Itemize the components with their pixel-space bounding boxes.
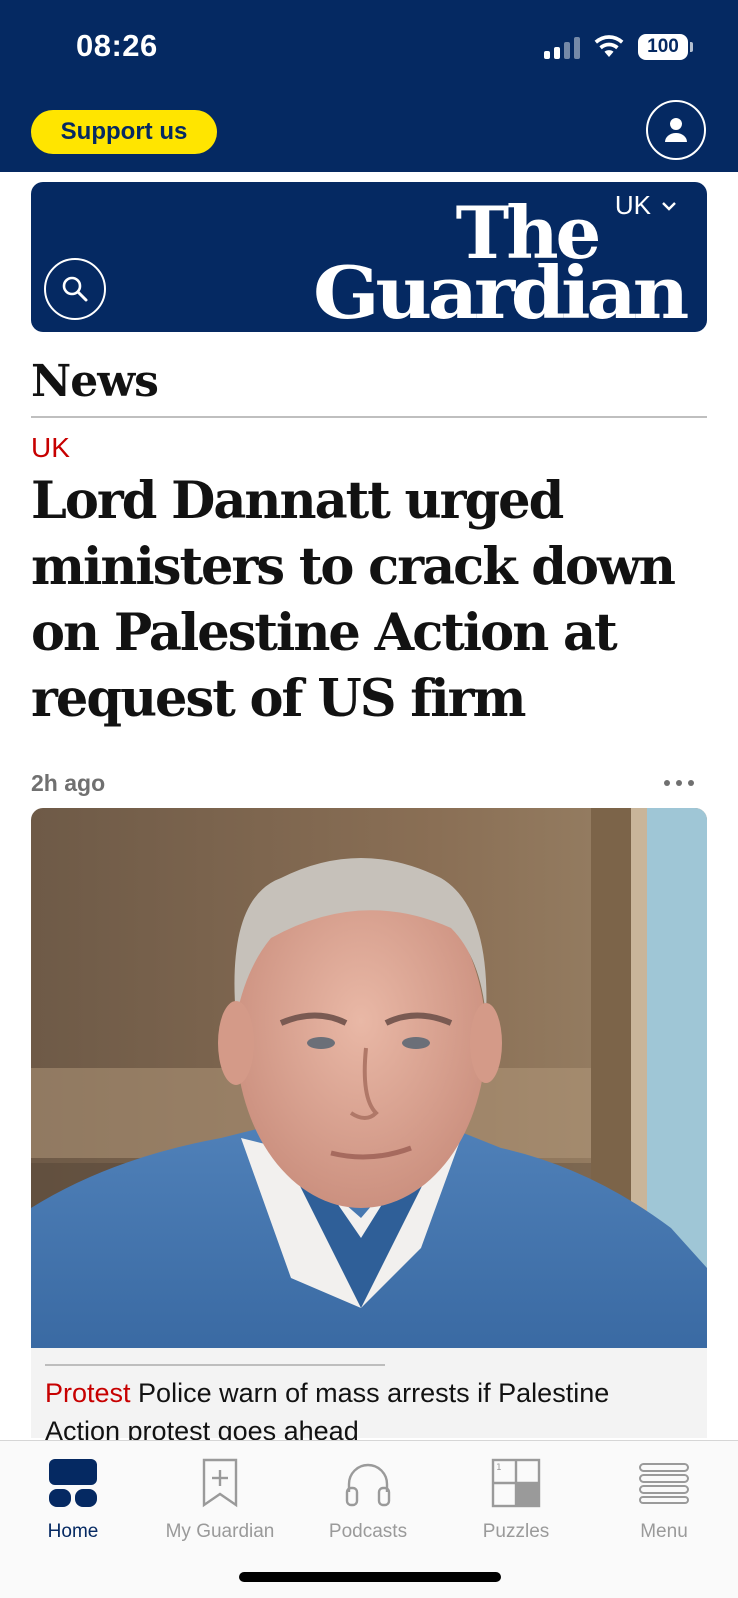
account-button[interactable] <box>646 100 706 160</box>
section-divider <box>31 416 707 418</box>
tab-my-guardian-label: My Guardian <box>165 1521 275 1542</box>
headphones-icon <box>345 1463 391 1507</box>
tab-menu-label: Menu <box>640 1521 688 1542</box>
related-link-card[interactable]: Protest Police warn of mass arrests if P… <box>31 1348 707 1446</box>
tab-podcasts-label: Podcasts <box>328 1521 408 1542</box>
status-icons: 100 <box>544 34 693 60</box>
top-bar: 08:26 100 Support us <box>0 0 738 172</box>
bookmark-icon <box>202 1458 238 1508</box>
article-kicker[interactable]: UK <box>31 432 70 464</box>
tab-home-label: Home <box>47 1521 99 1542</box>
tab-podcasts[interactable]: Podcasts <box>298 1453 438 1563</box>
related-divider <box>45 1364 385 1366</box>
masthead: UK The Guardian <box>31 182 707 332</box>
tab-my-guardian[interactable]: My Guardian <box>150 1453 290 1563</box>
search-icon <box>62 276 88 302</box>
guardian-logo: The Guardian <box>313 194 689 329</box>
support-us-button[interactable]: Support us <box>31 110 217 154</box>
search-button[interactable] <box>44 258 106 320</box>
menu-icon <box>639 1463 689 1504</box>
related-text: Police warn of mass arrests if Palestine… <box>45 1378 610 1446</box>
article-photo[interactable] <box>31 808 707 1348</box>
battery-icon: 100 <box>638 34 693 60</box>
article-age: 2h ago <box>31 770 106 796</box>
section-title: News <box>31 356 159 407</box>
home-indicator[interactable] <box>239 1572 501 1582</box>
more-options-icon[interactable] <box>664 780 694 786</box>
account-icon <box>665 118 687 142</box>
status-time: 08:26 <box>76 28 158 63</box>
related-kicker: Protest <box>45 1378 131 1408</box>
portrait-image <box>31 808 707 1348</box>
tab-puzzles-label: Puzzles <box>482 1521 550 1542</box>
article-headline[interactable]: Lord Dannatt urged ministers to crack do… <box>31 468 711 732</box>
tab-home[interactable]: Home <box>3 1453 143 1563</box>
logo-line-2: Guardian <box>313 250 688 329</box>
related-link[interactable]: Protest Police warn of mass arrests if P… <box>45 1374 685 1450</box>
home-icon <box>49 1459 97 1507</box>
tab-menu[interactable]: Menu <box>594 1453 734 1563</box>
crossword-icon: 1 <box>491 1458 541 1508</box>
tab-puzzles[interactable]: 1 Puzzles <box>446 1453 586 1563</box>
signal-icon <box>544 35 580 59</box>
wifi-icon <box>594 35 624 57</box>
svg-text:1: 1 <box>496 1463 502 1473</box>
